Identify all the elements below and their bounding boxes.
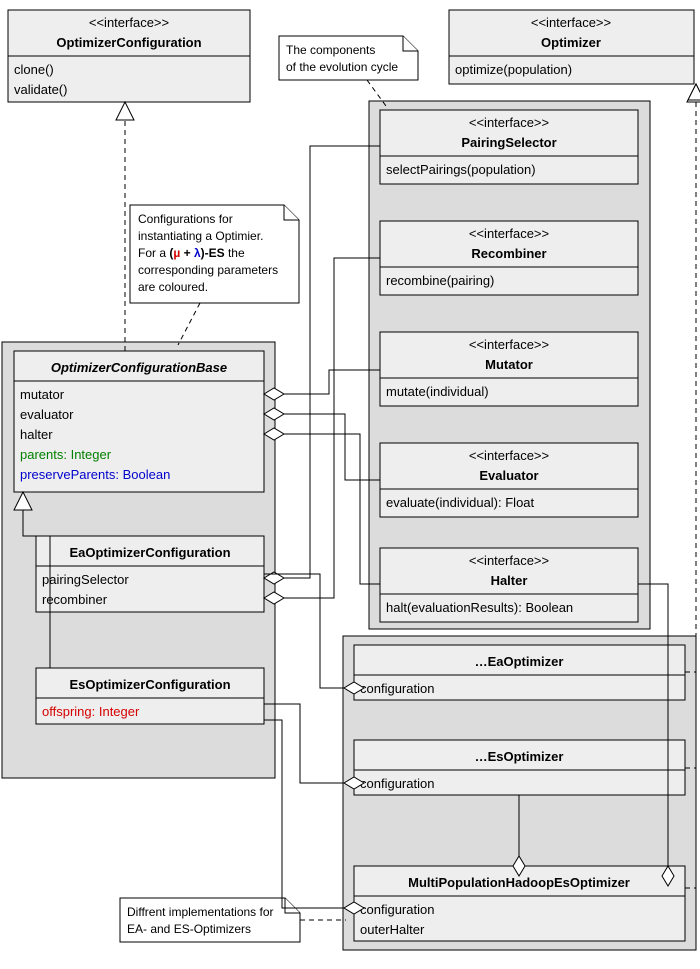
svg-text:mutator: mutator [20,387,65,402]
svg-text:preserveParents: Boolean: preserveParents: Boolean [20,467,170,482]
svg-text:EsOptimizerConfiguration: EsOptimizerConfiguration [69,677,230,692]
svg-text:Diffrent implementations for: Diffrent implementations for [127,905,274,919]
svg-text:MultiPopulationHadoopEsOptimiz: MultiPopulationHadoopEsOptimizer [408,875,630,890]
svg-text:OptimizerConfigurationBase: OptimizerConfigurationBase [51,360,227,375]
svg-text:<<interface>>: <<interface>> [469,337,549,352]
svg-text:<<interface>>: <<interface>> [469,226,549,241]
note-evolution-cycle: The components of the evolution cycle [279,36,418,80]
svg-text:evaluate(individual): Float: evaluate(individual): Float [386,495,535,510]
svg-text:Evaluator: Evaluator [479,468,538,483]
svg-text:configuration: configuration [360,902,434,917]
svg-text:halt(evaluationResults): Boole: halt(evaluationResults): Boolean [386,600,573,615]
svg-text:…EaOptimizer: …EaOptimizer [475,654,564,669]
svg-text:recombine(pairing): recombine(pairing) [386,273,494,288]
svg-text:configuration: configuration [360,776,434,791]
svg-text:Halter: Halter [491,573,528,588]
recombiner-class: <<interface>> Recombiner recombine(pairi… [380,221,638,295]
svg-text:clone(): clone() [14,62,54,77]
note-optimizers: Diffrent implementations for EA- and ES-… [120,898,300,942]
optimizer-class: <<interface>> Optimizer optimize(populat… [449,10,694,84]
svg-text:optimize(population): optimize(population) [455,62,572,77]
svg-text:…EsOptimizer: …EsOptimizer [475,749,564,764]
svg-text:selectPairings(population): selectPairings(population) [386,162,536,177]
svg-text:PairingSelector: PairingSelector [461,135,556,150]
svg-text:evaluator: evaluator [20,407,74,422]
mutator-class: <<interface>> Mutator mutate(individual) [380,332,638,406]
ea-optimizer-config-class: EaOptimizerConfiguration pairingSelector… [36,536,264,612]
svg-text:pairingSelector: pairingSelector [42,572,129,587]
svg-text:halter: halter [20,427,53,442]
svg-text:instantiating a Optimier.: instantiating a Optimier. [138,229,263,243]
svg-text:outerHalter: outerHalter [360,922,425,937]
svg-text:parents: Integer: parents: Integer [20,447,112,462]
svg-text:OptimizerConfiguration: OptimizerConfiguration [56,35,201,50]
svg-text:configuration: configuration [360,681,434,696]
pairing-selector-class: <<interface>> PairingSelector selectPair… [380,110,638,184]
ea-optimizer-class: …EaOptimizer configuration [354,645,685,700]
halter-class: <<interface>> Halter halt(evaluationResu… [380,548,638,622]
svg-text:Mutator: Mutator [485,357,533,372]
svg-text:<<interface>>: <<interface>> [469,115,549,130]
svg-text:<<interface>>: <<interface>> [531,15,611,30]
svg-text:offspring: Integer: offspring: Integer [42,704,140,719]
svg-text:<<interface>>: <<interface>> [469,448,549,463]
optimizer-config-base-class: OptimizerConfigurationBase mutator evalu… [14,351,264,492]
svg-text:Optimizer: Optimizer [541,35,601,50]
svg-text:Configurations for: Configurations for [138,212,233,226]
svg-text:validate(): validate() [14,82,67,97]
svg-text:corresponding parameters: corresponding parameters [138,263,278,277]
evaluator-class: <<interface>> Evaluator evaluate(individ… [380,443,638,517]
svg-text:The components: The components [286,43,375,57]
svg-text:For a (µ + λ)-ES the: For a (µ + λ)-ES the [138,246,245,260]
svg-text:EaOptimizerConfiguration: EaOptimizerConfiguration [69,545,230,560]
svg-text:EA- and ES-Optimizers: EA- and ES-Optimizers [127,922,251,936]
svg-text:Recombiner: Recombiner [471,246,546,261]
multipop-optimizer-class: MultiPopulationHadoopEsOptimizer configu… [354,866,685,941]
svg-text:of the evolution cycle: of the evolution cycle [286,60,398,74]
svg-text:mutate(individual): mutate(individual) [386,384,489,399]
es-optimizer-class: …EsOptimizer configuration [354,740,685,795]
svg-text:<<interface>>: <<interface>> [89,15,169,30]
es-optimizer-config-class: EsOptimizerConfiguration offspring: Inte… [36,668,264,724]
svg-text:recombiner: recombiner [42,592,108,607]
svg-text:<<interface>>: <<interface>> [469,553,549,568]
svg-text:are coloured.: are coloured. [138,280,208,294]
optimizer-configuration-class: <<interface>> OptimizerConfiguration clo… [8,10,250,102]
note-configurations: Configurations for instantiating a Optim… [130,205,299,303]
